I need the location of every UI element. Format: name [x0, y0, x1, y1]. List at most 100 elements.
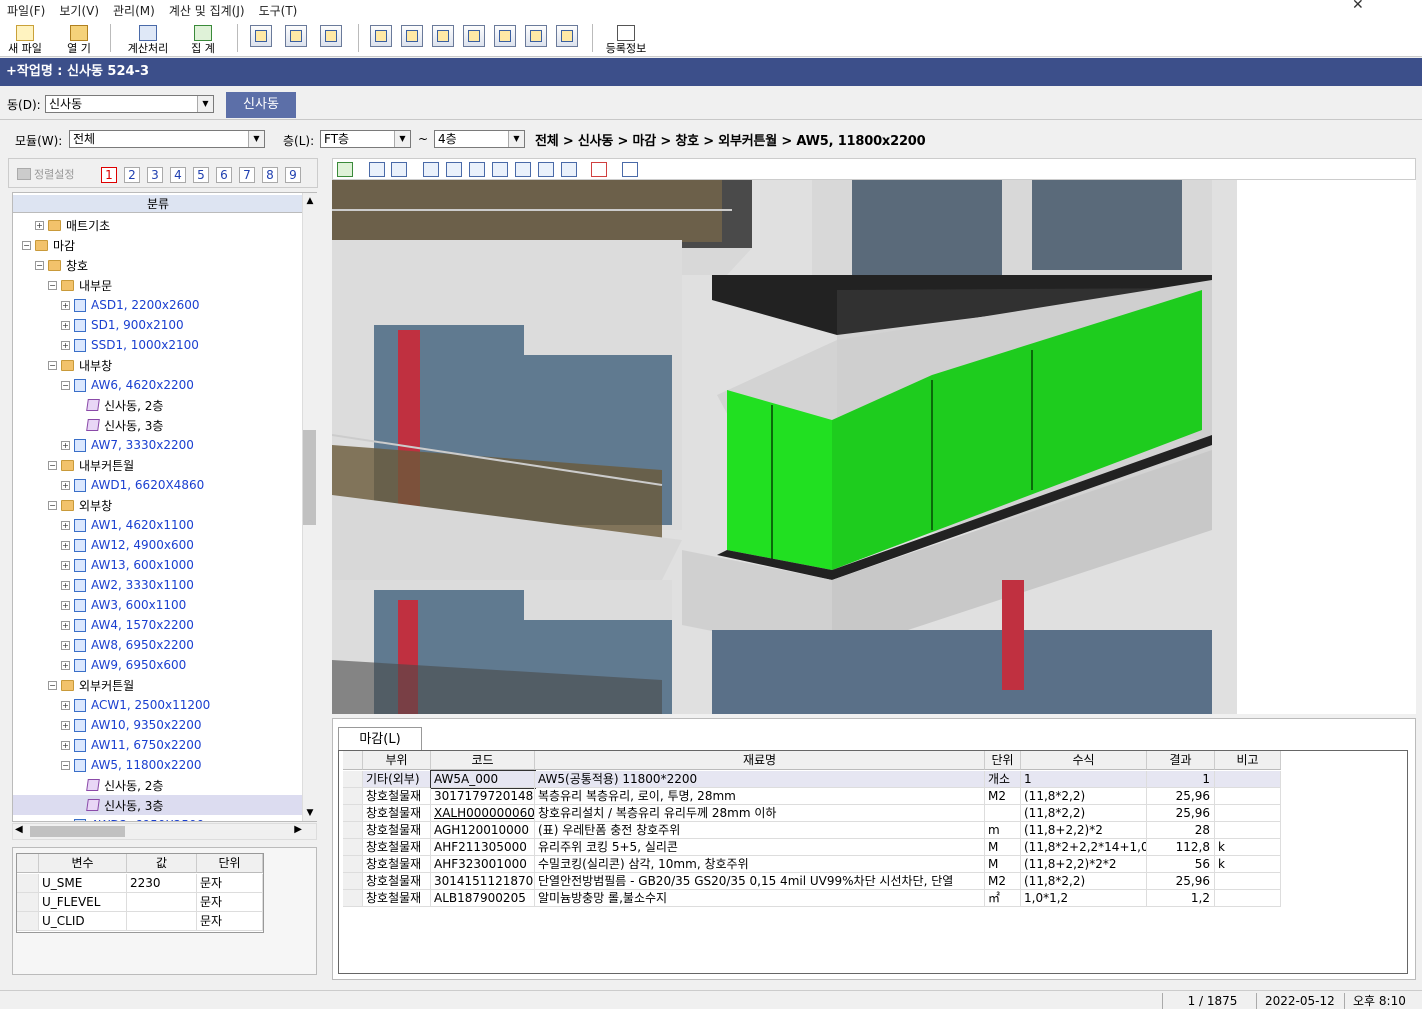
- formula-cell[interactable]: (11,8+2,2)*2: [1021, 822, 1147, 839]
- note-cell[interactable]: [1215, 805, 1281, 822]
- material-cell[interactable]: 복층유리 복층유리, 로이, 투명, 28mm: [535, 788, 985, 805]
- tree-item[interactable]: 신사동, 3층: [74, 415, 163, 435]
- row-selector[interactable]: [343, 822, 363, 839]
- collapse-icon[interactable]: −: [48, 280, 57, 290]
- code-cell[interactable]: AHF211305000: [431, 839, 535, 856]
- unit-cell[interactable]: [985, 805, 1021, 822]
- grid-a-icon[interactable]: [370, 25, 392, 47]
- tree-item[interactable]: + ACW1, 2500x11200: [61, 695, 210, 715]
- expand-icon[interactable]: +: [61, 540, 70, 550]
- scroll-thumb[interactable]: [30, 826, 125, 837]
- collapse-icon[interactable]: −: [48, 500, 57, 510]
- menu-view[interactable]: 보기(V): [52, 2, 106, 19]
- row-selector[interactable]: [17, 874, 39, 893]
- var-name-cell[interactable]: U_SME: [39, 874, 127, 893]
- code-cell[interactable]: 3017179720148747: [431, 788, 535, 805]
- tree-item[interactable]: + 매트기초: [35, 215, 110, 235]
- tree-item[interactable]: − 창호: [35, 255, 88, 275]
- expand-icon[interactable]: +: [61, 340, 70, 350]
- level-tab-6[interactable]: 6: [216, 167, 232, 183]
- chevron-down-icon[interactable]: ▼: [248, 131, 264, 147]
- row-selector[interactable]: [343, 890, 363, 907]
- note-cell[interactable]: k: [1215, 839, 1281, 856]
- tree-item[interactable]: 신사동, 3층: [13, 795, 313, 815]
- view-back-icon[interactable]: [469, 162, 485, 177]
- part-cell[interactable]: 창호철물재: [363, 839, 431, 856]
- code-cell[interactable]: AGH120010000: [431, 822, 535, 839]
- material-cell[interactable]: 창호유리설치 / 복층유리 유리두께 28mm 이하: [535, 805, 985, 822]
- var-unit-cell[interactable]: 문자: [197, 912, 263, 931]
- tree-item[interactable]: + AW13, 600x1000: [61, 555, 194, 575]
- material-cell[interactable]: 수밀코킹(실리콘) 삼각, 10mm, 창호주위: [535, 856, 985, 873]
- zoom-preview-icon[interactable]: [285, 25, 307, 47]
- expand-icon[interactable]: +: [61, 320, 70, 330]
- material-cell[interactable]: 유리주위 코킹 5+5, 실리콘: [535, 839, 985, 856]
- tree-item[interactable]: + SD1, 900x2100: [61, 315, 184, 335]
- floor-from-select[interactable]: FT층 ▼: [320, 130, 411, 148]
- terrain-icon[interactable]: [622, 162, 638, 177]
- result-cell[interactable]: 1: [1147, 771, 1215, 788]
- row-selector[interactable]: [17, 893, 39, 912]
- menu-manage[interactable]: 관리(M): [106, 2, 162, 19]
- view-left-icon[interactable]: [446, 162, 462, 177]
- table-a-icon[interactable]: [463, 25, 485, 47]
- result-cell[interactable]: 56: [1147, 856, 1215, 873]
- note-cell[interactable]: [1215, 788, 1281, 805]
- menu-file[interactable]: 파일(F): [0, 2, 52, 19]
- merge-a-icon[interactable]: [525, 25, 547, 47]
- open-button[interactable]: 열 기: [58, 22, 100, 55]
- view-iso1-icon[interactable]: [538, 162, 554, 177]
- tree-item[interactable]: − 내부문: [48, 275, 112, 295]
- code-cell[interactable]: AW5A_000: [430, 770, 536, 789]
- chevron-down-icon[interactable]: ▼: [197, 96, 213, 112]
- tab-finish[interactable]: 마감(L): [338, 727, 422, 751]
- reg-info-button[interactable]: 등록정보: [600, 22, 652, 55]
- level-tab-2[interactable]: 2: [124, 167, 140, 183]
- tree-item[interactable]: + AW9, 6950x600: [61, 655, 186, 675]
- code-cell[interactable]: XALH000000060: [431, 805, 535, 822]
- row-selector[interactable]: [343, 788, 363, 805]
- calc-button[interactable]: 계산처리: [120, 22, 176, 55]
- print-preview-icon[interactable]: [250, 25, 272, 47]
- collapse-icon[interactable]: −: [48, 360, 57, 370]
- row-selector[interactable]: [343, 839, 363, 856]
- tree-item[interactable]: + SSD1, 1000x2100: [61, 335, 199, 355]
- print-icon[interactable]: [320, 25, 342, 47]
- unit-cell[interactable]: M2: [985, 788, 1021, 805]
- material-cell[interactable]: 단열안전방범필름 - GB20/35 GS20/35 0,15 4mil UV9…: [535, 873, 985, 890]
- note-cell[interactable]: k: [1215, 856, 1281, 873]
- collapse-icon[interactable]: −: [61, 380, 70, 390]
- edit-a-icon[interactable]: [494, 25, 516, 47]
- row-a-icon[interactable]: [432, 25, 454, 47]
- collapse-icon[interactable]: −: [61, 760, 70, 770]
- expand-icon[interactable]: +: [61, 640, 70, 650]
- note-cell[interactable]: [1215, 822, 1281, 839]
- scroll-left-icon[interactable]: ◀: [15, 824, 23, 835]
- level-tab-3[interactable]: 3: [147, 167, 163, 183]
- level-tab-9[interactable]: 9: [285, 167, 301, 183]
- var-value-cell[interactable]: [127, 912, 197, 931]
- aggregate-button[interactable]: 집 계: [182, 22, 224, 55]
- expand-icon[interactable]: +: [61, 560, 70, 570]
- material-cell[interactable]: 알미늄방충망 롤,불소수지: [535, 890, 985, 907]
- unit-cell[interactable]: M: [985, 856, 1021, 873]
- tree-item[interactable]: − AW5, 11800x2200: [61, 755, 202, 775]
- tree-item[interactable]: − AW6, 4620x2200: [61, 375, 194, 395]
- scroll-down-icon[interactable]: ▼: [303, 805, 317, 821]
- formula-cell[interactable]: 1,0*1,2: [1021, 890, 1147, 907]
- scroll-right-icon[interactable]: ▶: [294, 824, 302, 835]
- unit-cell[interactable]: M: [985, 839, 1021, 856]
- list-icon[interactable]: [591, 162, 607, 177]
- formula-cell[interactable]: (11,8*2,2): [1021, 873, 1147, 890]
- tree-item[interactable]: 신사동, 2층: [74, 395, 163, 415]
- part-cell[interactable]: 창호철물재: [363, 890, 431, 907]
- chevron-down-icon[interactable]: ▼: [508, 131, 524, 147]
- result-cell[interactable]: 25,96: [1147, 788, 1215, 805]
- part-cell[interactable]: 창호철물재: [363, 788, 431, 805]
- level-tab-8[interactable]: 8: [262, 167, 278, 183]
- collapse-icon[interactable]: −: [35, 260, 44, 270]
- level-tab-1[interactable]: 1: [101, 167, 117, 183]
- tree-item[interactable]: 신사동, 2층: [74, 775, 163, 795]
- var-name-cell[interactable]: U_FLEVEL: [39, 893, 127, 912]
- unit-cell[interactable]: ㎡: [985, 890, 1021, 907]
